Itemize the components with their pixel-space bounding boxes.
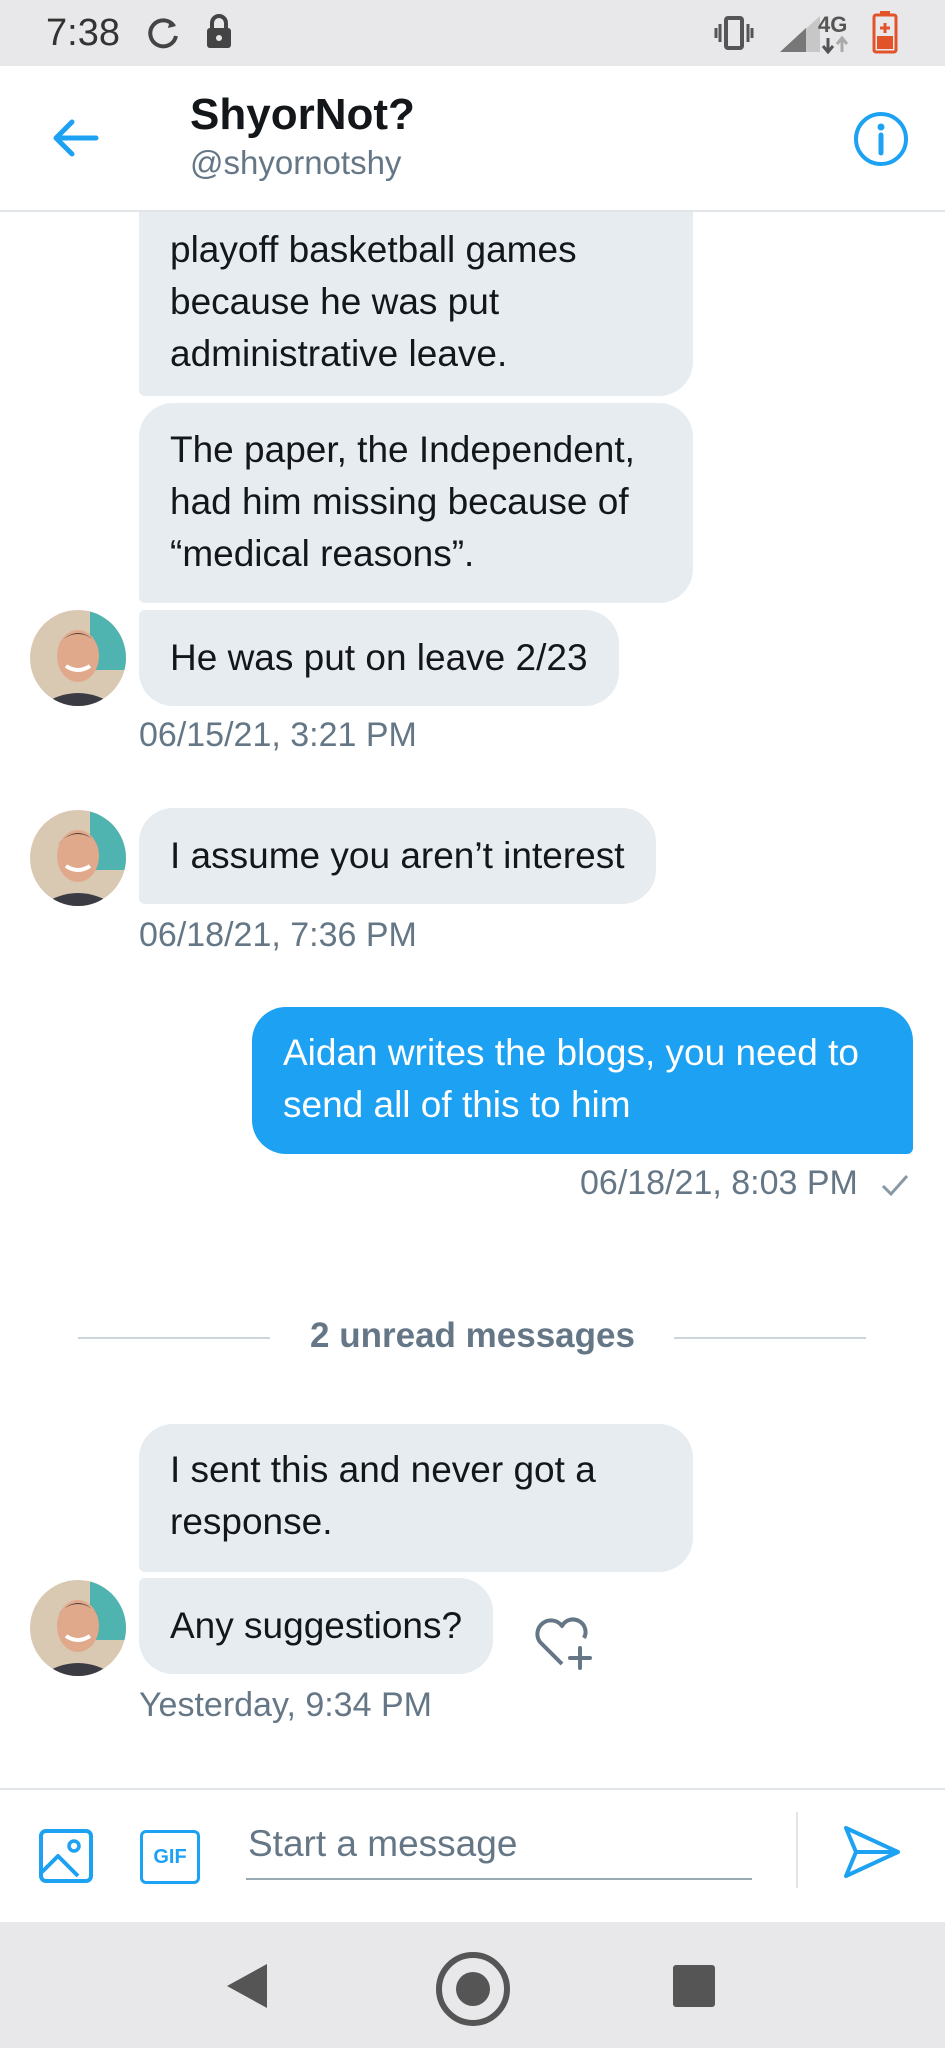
network-type: 4G xyxy=(818,12,848,37)
conversation-header: ShyorNot? @shyornotshy xyxy=(0,66,945,212)
add-reaction-heart-icon[interactable] xyxy=(532,1612,596,1672)
message-timestamp: 06/15/21, 3:21 PM xyxy=(139,716,417,754)
battery-icon xyxy=(872,11,898,54)
nav-recents-icon[interactable] xyxy=(673,1965,715,2007)
message-text: The paper, the Independent, had him miss… xyxy=(170,429,635,574)
status-time: 7:38 xyxy=(46,12,120,54)
signal-icon xyxy=(780,16,820,52)
message-text: Any suggestions? xyxy=(170,1605,463,1646)
message-bubble[interactable]: He was put on leave 2/23 xyxy=(139,610,619,706)
avatar[interactable] xyxy=(30,610,126,706)
status-bar: 7:38 4G xyxy=(0,0,945,66)
message-timestamp: 06/18/21, 8:03 PM xyxy=(580,1164,858,1202)
sent-check-icon xyxy=(881,1175,909,1197)
message-timestamp: 06/18/21, 7:36 PM xyxy=(139,916,417,954)
conversation-title[interactable]: ShyorNot? xyxy=(190,90,415,140)
unread-messages-label: 2 unread messages xyxy=(310,1316,635,1355)
back-arrow-icon[interactable] xyxy=(46,110,102,166)
message-input[interactable] xyxy=(246,1810,752,1880)
message-bubble[interactable]: I assume you aren’t interest xyxy=(139,808,656,904)
message-timestamp: Yesterday, 9:34 PM xyxy=(139,1686,432,1724)
message-text: I assume you aren’t interest xyxy=(170,835,625,876)
image-icon[interactable] xyxy=(38,1828,94,1884)
sync-icon xyxy=(148,18,178,49)
avatar[interactable] xyxy=(30,1580,126,1676)
message-text: playoff basketball games because he was … xyxy=(170,229,577,374)
nav-home-icon[interactable] xyxy=(436,1952,510,2026)
message-text: Aidan writes the blogs, you need to send… xyxy=(283,1032,859,1125)
message-bubble[interactable]: I sent this and never got a response. xyxy=(139,1424,693,1572)
nav-back-icon[interactable] xyxy=(225,1962,269,2010)
conversation-handle[interactable]: @shyornotshy xyxy=(190,144,401,182)
info-icon[interactable] xyxy=(852,110,910,168)
vibrate-icon xyxy=(714,16,754,50)
divider-line xyxy=(674,1337,866,1339)
lock-icon xyxy=(207,14,231,48)
message-bubble[interactable]: Any suggestions? xyxy=(139,1578,494,1674)
composer-divider xyxy=(796,1812,798,1888)
message-bubble-sent[interactable]: Aidan writes the blogs, you need to send… xyxy=(252,1007,913,1154)
message-text: I sent this and never got a response. xyxy=(170,1449,596,1542)
system-nav-bar xyxy=(0,1922,945,2048)
avatar[interactable] xyxy=(30,810,126,906)
data-arrows-icon xyxy=(821,36,849,54)
send-icon[interactable] xyxy=(840,1820,904,1884)
message-text: He was put on leave 2/23 xyxy=(170,637,588,678)
message-composer: GIF xyxy=(0,1788,945,1922)
gif-button[interactable]: GIF xyxy=(140,1830,200,1884)
message-bubble[interactable]: The paper, the Independent, had him miss… xyxy=(139,403,693,603)
message-bubble[interactable]: playoff basketball games because he was … xyxy=(139,212,693,396)
